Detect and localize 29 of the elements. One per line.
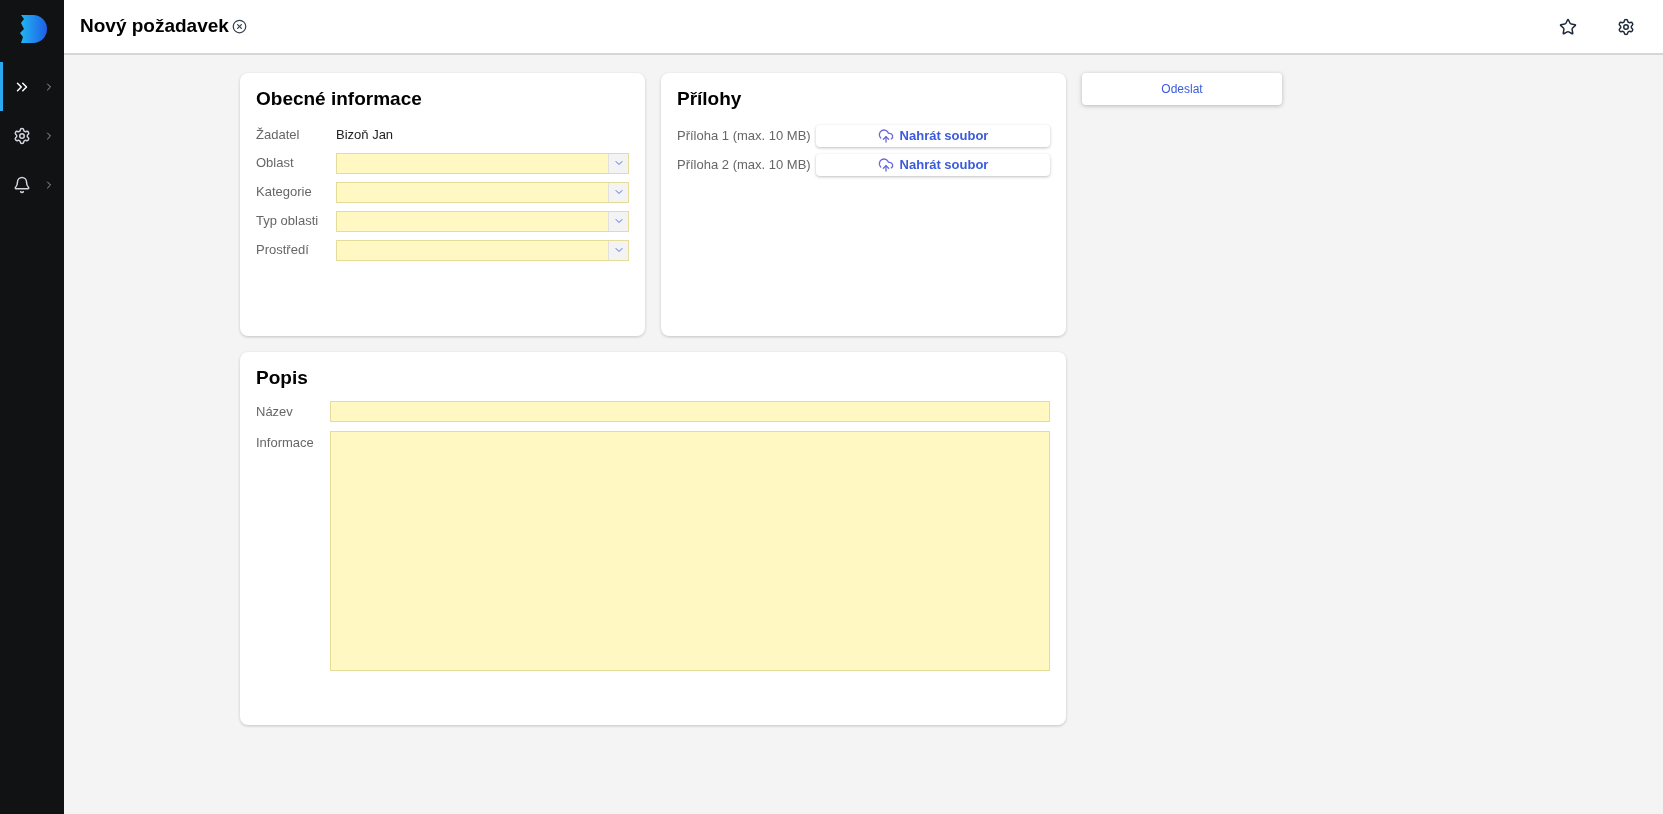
cloud-upload-icon bbox=[877, 157, 894, 173]
input-field[interactable] bbox=[330, 401, 1050, 422]
page-title: Nový požadavek bbox=[80, 14, 229, 39]
upload-button[interactable]: Nahrát soubor bbox=[816, 154, 1050, 176]
section-title: Přílohy bbox=[677, 87, 743, 111]
field-label: Prostředí bbox=[256, 241, 310, 260]
field-label: Typ oblasti bbox=[256, 212, 320, 231]
upload-button[interactable]: Nahrát soubor bbox=[816, 125, 1050, 147]
dropdown-field[interactable] bbox=[336, 210, 629, 232]
settings-icon[interactable] bbox=[1617, 17, 1635, 36]
star-icon[interactable] bbox=[1559, 17, 1577, 36]
submit-button[interactable]: Odeslat bbox=[1082, 73, 1282, 105]
dropdown-field[interactable] bbox=[336, 239, 629, 261]
dropdown-field[interactable] bbox=[336, 181, 629, 203]
cloud-upload-icon bbox=[877, 128, 894, 144]
field-label: Kategorie bbox=[256, 183, 313, 202]
field-label: Žadatel bbox=[256, 126, 301, 145]
field-value: Bizoň Jan bbox=[336, 126, 394, 145]
close-icon[interactable] bbox=[231, 19, 247, 34]
field-label: Příloha 1 (max. 10 MB) bbox=[677, 127, 812, 146]
field-label: Oblast bbox=[256, 154, 295, 173]
settings-icon bbox=[12, 126, 31, 145]
field-label: Příloha 2 (max. 10 MB) bbox=[677, 156, 812, 175]
dropdown-field[interactable] bbox=[336, 152, 629, 174]
section-title: Popis bbox=[256, 366, 309, 390]
field-label: Informace bbox=[256, 433, 315, 452]
bell-icon bbox=[12, 175, 31, 194]
field-label: Název bbox=[256, 402, 294, 421]
section-title: Obecné informace bbox=[256, 87, 423, 111]
